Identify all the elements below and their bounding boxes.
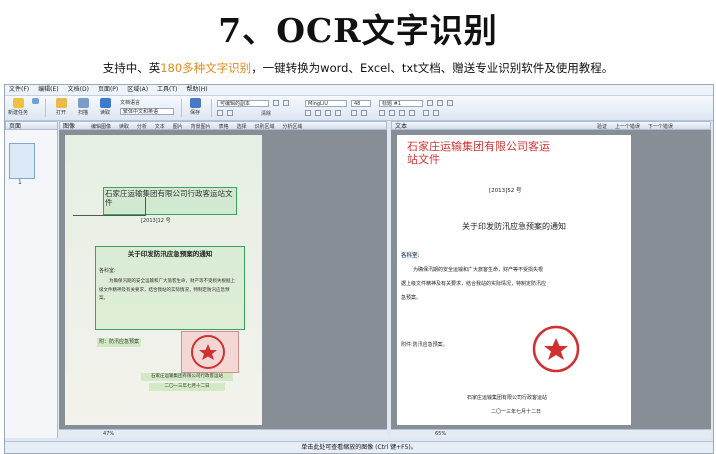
outdent-icon[interactable] xyxy=(433,110,439,116)
menu-bar: 文件(F) 编辑(E) 文档(D) 页面(P) 区域(A) 工具(T) 帮助(H) xyxy=(5,85,713,96)
save-button[interactable]: 保存 xyxy=(185,98,205,118)
image-zoom-bar: 47% xyxy=(59,429,387,438)
ocr-header-line2: 站文件 xyxy=(407,153,440,166)
red-seal-icon xyxy=(532,325,580,373)
layout-select[interactable]: 可编辑的副本 xyxy=(217,100,269,107)
new-task-icon xyxy=(12,98,24,108)
strikethrough-icon[interactable] xyxy=(335,110,341,116)
text-zoom-value[interactable]: 65% xyxy=(435,431,446,437)
page-thumbnail[interactable] xyxy=(9,143,35,179)
settings-icon[interactable] xyxy=(447,100,453,106)
selection-rectangle[interactable] xyxy=(73,197,146,216)
underline-icon[interactable] xyxy=(325,110,331,116)
pages-panel: 1 xyxy=(5,130,58,438)
recognized-document[interactable]: 石家庄运输集团有限公司客运 站文件 [2013]52 号 关于印发防汛应急预案的… xyxy=(397,135,631,425)
style-select[interactable]: 标题 #1 xyxy=(379,100,423,107)
banner-subtitle: 支持中、英180多种文字识别，一键转换为word、Excel、txt文档、赠送专… xyxy=(102,61,614,75)
align-left-icon[interactable] xyxy=(379,110,385,116)
ocr-notice-title: 关于印发防汛应急预案的通知 xyxy=(462,222,566,231)
banner-title: 7、OCR文字识别 xyxy=(218,11,498,50)
scan-button[interactable]: 扫描 xyxy=(73,98,93,118)
bold-icon[interactable] xyxy=(305,110,311,116)
font-size-select[interactable]: 48 xyxy=(351,100,371,107)
clear-button[interactable]: 清除 xyxy=(261,110,271,117)
doc-language-select[interactable]: 繁体中文和英语 xyxy=(120,108,174,115)
scan-body: 为确保汛期的安全运输和广大旅客生命，财产等不受损失根据上级文件精神及有关要求，结… xyxy=(99,279,235,301)
ocr-body-line2: 据上级文件精神及有关要求，结合我站的实际情况，特制定防汛应 xyxy=(401,281,547,287)
text-zoom-bar: 65% xyxy=(391,429,711,438)
align-right-icon[interactable] xyxy=(399,110,405,116)
small-tools-button[interactable] xyxy=(29,98,41,118)
ocr-number: [2013]52 号 xyxy=(489,188,522,194)
scan-footer-org: 石家庄运输集团有限公司行政客运站 xyxy=(141,373,233,381)
superscript-icon[interactable] xyxy=(351,110,357,116)
status-hint: 单击此处可查看缩放的图像 (Ctrl 键+F5)。 xyxy=(301,444,417,451)
menu-edit[interactable]: 编辑(E) xyxy=(38,86,58,93)
doc-language-label: 文档语言 xyxy=(120,100,141,106)
image-zoom-value[interactable]: 47% xyxy=(103,431,114,437)
redo-icon[interactable] xyxy=(227,110,233,116)
scan-number: [2013]12 号 xyxy=(141,218,171,224)
pages-panel-header: 页面 xyxy=(5,121,58,130)
ocr-attachment: 附件:防汛应急预案。 xyxy=(401,342,448,348)
scanner-icon xyxy=(77,98,89,108)
italic-icon[interactable] xyxy=(315,110,321,116)
ocr-app-window: 文件(F) 编辑(E) 文档(D) 页面(P) 区域(A) 工具(T) 帮助(H) 新建任务… xyxy=(4,84,714,454)
image-icon[interactable] xyxy=(437,100,443,106)
read-button[interactable]: 读取 xyxy=(95,98,115,118)
ocr-header-line1: 石家庄运输集团有限公司客运 xyxy=(407,140,550,153)
ocr-footer-date: 二〇一三年七月十二日 xyxy=(491,409,542,415)
refresh-icon xyxy=(31,98,39,104)
red-seal-icon xyxy=(191,335,225,369)
new-task-button[interactable]: 新建任务 xyxy=(8,98,28,118)
ocr-footer-org: 石家庄运输集团有限公司行政客运站 xyxy=(467,395,548,401)
align-center-icon[interactable] xyxy=(389,110,395,116)
copy-icon[interactable] xyxy=(273,100,279,106)
paragraph-icon[interactable] xyxy=(427,100,433,106)
menu-help[interactable]: 帮助(H) xyxy=(186,86,207,93)
undo-icon[interactable] xyxy=(217,110,223,116)
image-view[interactable]: 石家庄运输集团有限公司行政客运站文件 [2013]12 号 关于印发防汛应急预案… xyxy=(59,130,387,438)
page-number: 1 xyxy=(18,179,22,186)
font-select[interactable]: MingLiU xyxy=(305,100,347,107)
menu-document[interactable]: 文档(D) xyxy=(68,86,89,93)
scan-attachment: 附：防汛应急预案 xyxy=(97,338,141,347)
paste-icon[interactable] xyxy=(283,100,289,106)
open-button[interactable]: 打开 xyxy=(51,98,71,118)
word-save-icon xyxy=(189,98,201,108)
menu-tools[interactable]: 工具(T) xyxy=(157,86,177,93)
ocr-body-line3: 急预案。 xyxy=(401,295,422,301)
image-panel-header: 图像 编辑图像 读取 分析 文本 图片 背景图片 表格 选择 识别区域 分析区域 xyxy=(59,121,387,130)
scan-notice-title: 关于印发防汛应急预案的通知 xyxy=(127,250,213,258)
status-bar: 单击此处可查看缩放的图像 (Ctrl 键+F5)。 xyxy=(5,441,713,453)
scan-addressee: 各科室: xyxy=(99,268,116,274)
ocr-addressee: 各科室: xyxy=(401,251,420,259)
toolbar: 新建任务 打开 扫描 读取 文档语言 繁体中文和英语 保存 可编辑的副本 清除 … xyxy=(5,96,713,121)
menu-file[interactable]: 文件(F) xyxy=(9,86,29,93)
justify-icon[interactable] xyxy=(409,110,415,116)
subscript-icon[interactable] xyxy=(361,110,367,116)
scan-footer-date: 二〇一三年七月十二日 xyxy=(149,383,225,391)
menu-page[interactable]: 页面(P) xyxy=(98,86,118,93)
ocr-body-line1: 为确保汛期的安全运输和广大旅客生命，财产等不受损失根 xyxy=(413,267,544,273)
read-icon xyxy=(99,98,111,108)
folder-icon xyxy=(55,98,67,108)
indent-icon[interactable] xyxy=(423,110,429,116)
scanned-document: 石家庄运输集团有限公司行政客运站文件 [2013]12 号 关于印发防汛应急预案… xyxy=(65,135,262,425)
menu-area[interactable]: 区域(A) xyxy=(127,86,148,93)
text-panel-header: 文本 验证 上一个错误 下一个错误 xyxy=(391,121,711,130)
text-view[interactable]: 石家庄运输集团有限公司客运 站文件 [2013]52 号 关于印发防汛应急预案的… xyxy=(391,130,711,438)
